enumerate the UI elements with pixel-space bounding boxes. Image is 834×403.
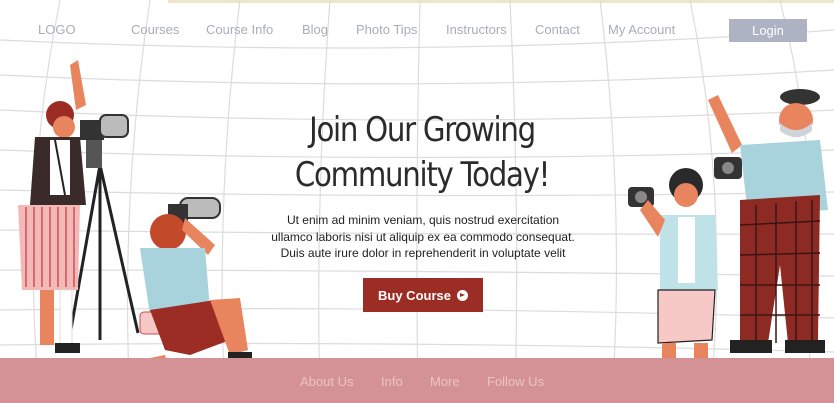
nav-link-course-info[interactable]: Course Info [206,22,273,37]
nav-link-blog[interactable]: Blog [302,22,328,37]
nav-link-photo-tips[interactable]: Photo Tips [356,22,417,37]
footer-link-follow-us[interactable]: Follow Us [487,374,544,389]
older-photographer-illustration [708,89,828,353]
footer-link-about-us[interactable]: About Us [300,374,353,389]
landing-page: LOGO Courses Course Info Blog Photo Tips… [0,0,834,403]
hero-title-line-1: Join Our Growing [309,110,536,150]
hero-text-line-3: Duis aute irure dolor in reprehenderit i… [280,246,566,260]
buy-course-button[interactable]: Buy Course [363,278,483,312]
hero-text-line-1: Ut enim ad minim veniam, quis nostrud ex… [286,213,560,227]
buy-course-label: Buy Course [378,287,451,303]
nav-link-courses[interactable]: Courses [131,22,179,37]
footer-link-info[interactable]: Info [381,374,403,389]
hero-title-line-2: Community Today! [294,155,550,195]
nav-link-instructors[interactable]: Instructors [446,22,507,37]
login-button[interactable]: Login [729,19,807,42]
top-navigation: LOGO Courses Course Info Blog Photo Tips… [0,18,834,44]
nav-link-contact[interactable]: Contact [535,22,580,37]
hero-description: Ut enim ad minim veniam, quis nostrud ex… [238,212,608,262]
hero-title: Join Our Growing Community Today! [267,108,577,198]
login-button-label: Login [752,23,784,38]
nav-link-my-account[interactable]: My Account [608,22,675,37]
footer-bar: About Us Info More Follow Us [0,358,834,403]
arrow-circle-right-icon [456,289,468,301]
logo-link[interactable]: LOGO [38,22,76,37]
footer-link-more[interactable]: More [430,374,460,389]
hero-text-line-2: ullamco laboris nisi ut aliquip ex ea co… [271,229,575,244]
